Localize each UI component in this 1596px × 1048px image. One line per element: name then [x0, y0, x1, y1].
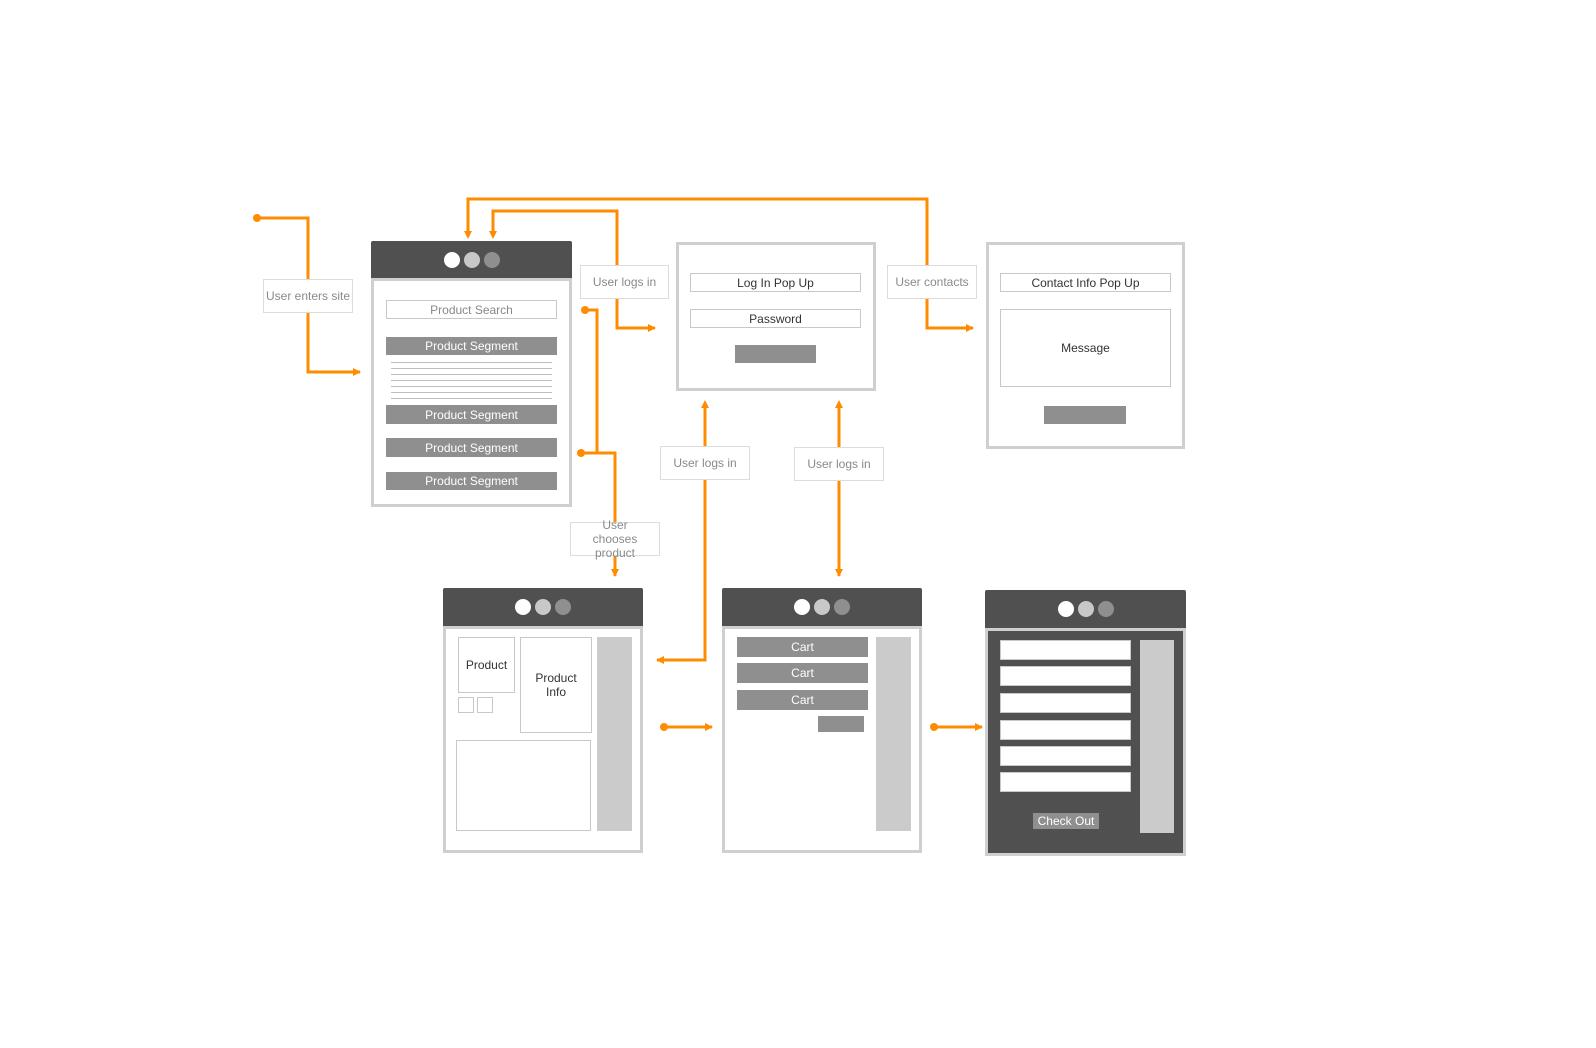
- window-header: [443, 588, 643, 626]
- product-image: Product: [458, 637, 515, 693]
- product-segment[interactable]: Product Segment: [386, 337, 557, 355]
- product-search-input[interactable]: Product Search: [386, 300, 557, 319]
- window-header: [985, 590, 1186, 628]
- product-details-box: [456, 740, 591, 831]
- window-header: [722, 588, 922, 626]
- contact-info-field[interactable]: Contact Info Pop Up: [1000, 273, 1171, 292]
- cart-button[interactable]: [818, 716, 864, 732]
- checkout-field[interactable]: [1000, 720, 1131, 740]
- check-out-button[interactable]: Check Out: [1033, 813, 1099, 829]
- contact-submit-button[interactable]: [1044, 406, 1126, 424]
- home-window: Product Search Product Segment Product S…: [371, 241, 572, 507]
- product-window: Product Product Info: [443, 588, 643, 853]
- cart-window: Cart Cart Cart: [722, 588, 922, 853]
- label-user-logs-in: User logs in: [660, 446, 750, 480]
- product-segment[interactable]: Product Segment: [386, 472, 557, 490]
- login-submit-button[interactable]: [735, 345, 816, 363]
- text-lines: [391, 362, 552, 399]
- label-user-enters-site: User enters site: [263, 279, 353, 313]
- checkout-field[interactable]: [1000, 666, 1131, 686]
- cart-item[interactable]: Cart: [737, 690, 868, 710]
- checkout-window: Check Out: [985, 590, 1186, 856]
- sidebar: [876, 637, 911, 831]
- label-user-contacts: User contacts: [887, 265, 977, 299]
- connector-home-product: [585, 308, 599, 453]
- password-field[interactable]: Password: [690, 309, 861, 328]
- sidebar: [597, 637, 632, 831]
- cart-item[interactable]: Cart: [737, 637, 868, 657]
- sidebar: [1140, 640, 1174, 833]
- label-user-logs-in: User logs in: [794, 447, 884, 481]
- thumbnail[interactable]: [458, 697, 474, 713]
- label-user-chooses-product: User chooses product: [570, 518, 660, 560]
- checkout-field[interactable]: [1000, 772, 1131, 792]
- product-info: Product Info: [520, 637, 592, 733]
- product-segment[interactable]: Product Segment: [386, 405, 557, 424]
- thumbnail[interactable]: [477, 697, 493, 713]
- message-field[interactable]: Message: [1000, 309, 1171, 387]
- flow-arrows: [253, 197, 983, 731]
- checkout-field[interactable]: [1000, 693, 1131, 713]
- label-user-logs-in: User logs in: [580, 265, 669, 299]
- product-segment[interactable]: Product Segment: [386, 438, 557, 457]
- checkout-field[interactable]: [1000, 640, 1131, 660]
- checkout-field[interactable]: [1000, 746, 1131, 766]
- arrow-login-product: [656, 400, 709, 664]
- window-header: [371, 241, 572, 278]
- cart-item[interactable]: Cart: [737, 663, 868, 683]
- login-field[interactable]: Log In Pop Up: [690, 273, 861, 292]
